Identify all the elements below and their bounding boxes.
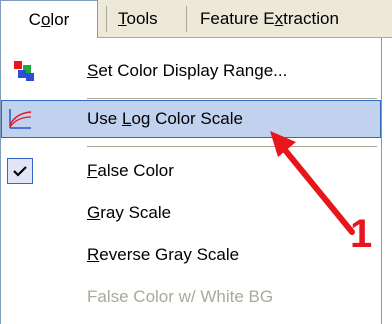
color-dropdown-menu: Set Color Display Range... Use Log Color… xyxy=(0,38,382,324)
app-window: Color Tools Feature Extraction Set Color… xyxy=(0,0,392,324)
menu-tools-label-post: ools xyxy=(126,9,158,28)
menu-color-label-post: lor xyxy=(50,10,70,29)
menu-color-mnemonic: o xyxy=(40,10,51,29)
menu-divider xyxy=(87,146,377,147)
menu-item-false-color-white-bg: False Color w/ White BG xyxy=(1,278,381,316)
menu-item-label: Use Log Color Scale xyxy=(87,109,243,128)
menubar-separator xyxy=(186,6,187,32)
menubar-separator xyxy=(106,6,107,32)
log-scale-icon xyxy=(9,109,32,129)
color-range-icon xyxy=(14,61,34,81)
menu-bar: Color Tools Feature Extraction xyxy=(0,0,392,39)
menu-tools[interactable]: Tools xyxy=(118,0,158,38)
annotation-number: 1 xyxy=(350,212,373,256)
menu-item-label: Gray Scale xyxy=(87,203,172,222)
menu-item-label: Reverse Gray Scale xyxy=(87,245,240,264)
menu-color-label-pre: C xyxy=(28,10,41,29)
menu-color[interactable]: Color xyxy=(0,0,98,39)
menu-tools-mnemonic: T xyxy=(118,9,127,28)
menu-item-reverse-gray-scale[interactable]: Reverse Gray Scale xyxy=(1,236,381,274)
menu-fe-mnemonic: x xyxy=(274,9,284,28)
menu-item-label: Set Color Display Range... xyxy=(87,61,288,80)
menu-item-false-color[interactable]: False Color xyxy=(1,152,381,190)
menu-item-use-log-color-scale[interactable]: Use Log Color Scale xyxy=(1,100,381,138)
menu-feature-extraction[interactable]: Feature Extraction xyxy=(200,0,339,38)
menu-divider xyxy=(87,98,377,99)
menu-item-set-color-display-range[interactable]: Set Color Display Range... xyxy=(1,52,381,90)
check-icon xyxy=(7,158,33,184)
menu-fe-label-pre: Feature E xyxy=(200,9,275,28)
menu-item-label: False Color xyxy=(87,161,174,180)
menu-item-gray-scale[interactable]: Gray Scale xyxy=(1,194,381,232)
menu-item-label: False Color w/ White BG xyxy=(87,287,274,306)
menu-fe-label-post: traction xyxy=(283,9,339,28)
